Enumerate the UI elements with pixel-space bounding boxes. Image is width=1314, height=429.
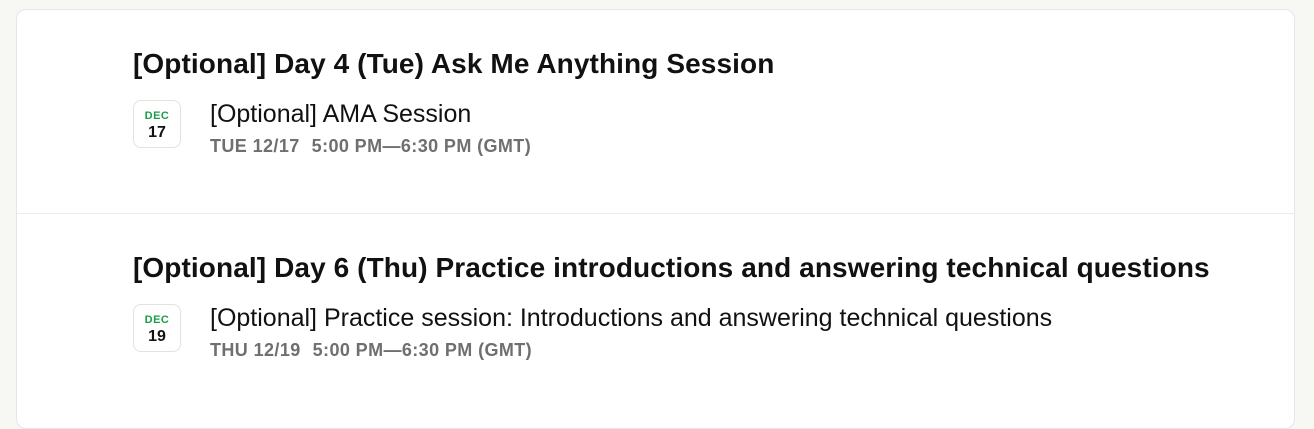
- date-badge-month: DEC: [144, 314, 170, 326]
- event-item[interactable]: DEC 19 [Optional] Practice session: Intr…: [133, 304, 1273, 360]
- event-item[interactable]: DEC 17 [Optional] AMA Session TUE 12/17 5…: [133, 100, 1273, 156]
- date-badge-day: 19: [148, 328, 166, 345]
- event-datetime: TUE 12/17 5:00 PM—6:30 PM (GMT): [210, 136, 531, 157]
- event-datetime: THU 12/19 5:00 PM—6:30 PM (GMT): [210, 340, 532, 361]
- date-badge-month: DEC: [144, 110, 170, 122]
- event-date: TUE 12/17: [210, 136, 300, 156]
- event-time-range: 5:00 PM—6:30 PM (GMT): [312, 340, 533, 360]
- date-badge: DEC 19: [133, 304, 181, 352]
- event-title-link[interactable]: [Optional] AMA Session: [210, 100, 471, 129]
- schedule-section: [Optional] Day 6 (Thu) Practice introduc…: [17, 214, 1294, 414]
- schedule-card: [Optional] Day 4 (Tue) Ask Me Anything S…: [16, 9, 1295, 429]
- section-title: [Optional] Day 4 (Tue) Ask Me Anything S…: [133, 48, 775, 79]
- date-badge: DEC 17: [133, 100, 181, 148]
- event-title-link[interactable]: [Optional] Practice session: Introductio…: [210, 304, 1052, 333]
- section-title: [Optional] Day 6 (Thu) Practice introduc…: [133, 252, 1210, 283]
- event-date: THU 12/19: [210, 340, 301, 360]
- date-badge-day: 17: [148, 124, 166, 141]
- schedule-section: [Optional] Day 4 (Tue) Ask Me Anything S…: [17, 10, 1294, 214]
- event-time-range: 5:00 PM—6:30 PM (GMT): [311, 136, 532, 156]
